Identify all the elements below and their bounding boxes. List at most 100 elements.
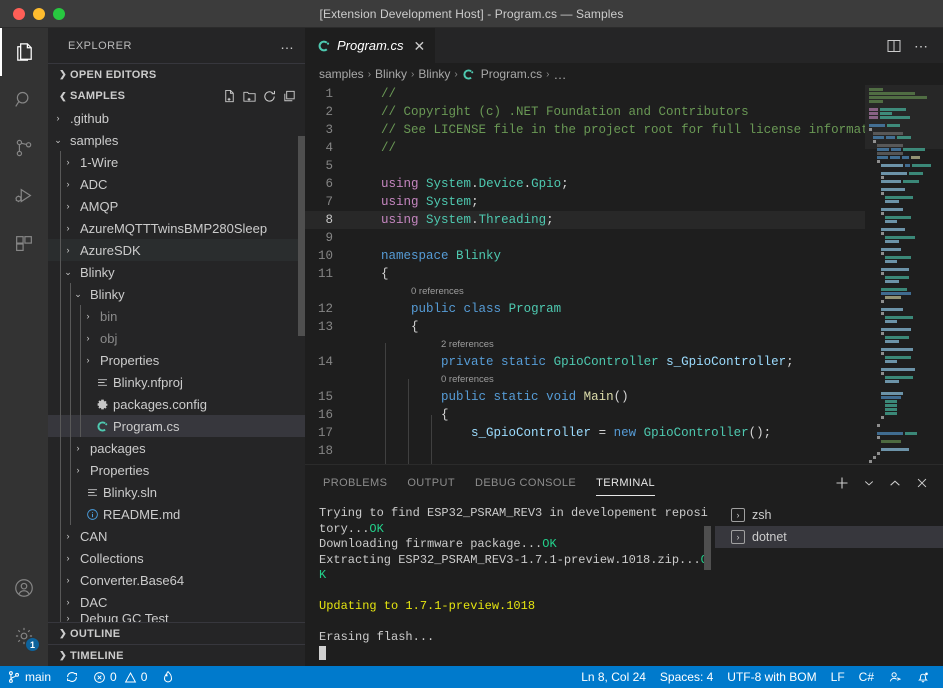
status-indentation[interactable]: Spaces: 4: [653, 666, 720, 688]
activity-bar-item-accounts[interactable]: [0, 564, 48, 612]
terminal-list-item[interactable]: › zsh: [715, 504, 943, 526]
activity-bar-item-explorer[interactable]: [0, 28, 48, 76]
status-encoding[interactable]: UTF-8 with BOM: [720, 666, 823, 688]
tree-folder-row[interactable]: › DAC: [48, 591, 305, 613]
activity-bar-item-source-control[interactable]: [0, 124, 48, 172]
more-actions-icon[interactable]: ⋯: [914, 39, 929, 53]
breadcrumb[interactable]: samples › Blinky › Blinky › Program.cs ›…: [305, 63, 943, 85]
code-line[interactable]: 6 using System.Device.Gpio;: [305, 175, 865, 193]
chevron-down-icon[interactable]: [863, 477, 875, 489]
tree-folder-row[interactable]: › CAN: [48, 525, 305, 547]
code-line[interactable]: 3 // See LICENSE file in the project roo…: [305, 121, 865, 139]
chevron-right-icon[interactable]: ›: [52, 113, 64, 123]
chevron-right-icon[interactable]: ›: [62, 201, 74, 211]
status-cursor-position[interactable]: Ln 8, Col 24: [574, 666, 653, 688]
tree-folder-row[interactable]: › AzureSDK: [48, 239, 305, 261]
tree-folder-row[interactable]: ⌄ Blinky: [48, 261, 305, 283]
code-line[interactable]: 16 {: [305, 406, 865, 424]
activity-bar-item-run-and-debug[interactable]: [0, 172, 48, 220]
tree-folder-row[interactable]: ⌄ Blinky: [48, 283, 305, 305]
chevron-right-icon[interactable]: ›: [62, 575, 74, 585]
tree-file-row[interactable]: ›packages.config: [48, 393, 305, 415]
tree-folder-row[interactable]: › packages: [48, 437, 305, 459]
breadcrumb-item[interactable]: samples: [319, 67, 364, 81]
codelens-label[interactable]: 0 references: [351, 283, 464, 300]
tree-folder-row[interactable]: › bin: [48, 305, 305, 327]
close-window-button[interactable]: [13, 7, 25, 20]
chevron-down-icon[interactable]: ⌄: [72, 289, 84, 300]
status-branch[interactable]: main: [0, 666, 58, 688]
code-line[interactable]: 7 using System;: [305, 193, 865, 211]
terminal-scrollbar[interactable]: [704, 526, 711, 570]
status-problems[interactable]: 0 0: [86, 666, 154, 688]
tree-file-row[interactable]: ›README.md: [48, 503, 305, 525]
code-line[interactable]: 15 public static void Main(): [305, 388, 865, 406]
chevron-down-icon[interactable]: ⌄: [62, 267, 74, 278]
section-samples[interactable]: ❮ SAMPLES: [48, 85, 305, 107]
activity-bar-item-search[interactable]: [0, 76, 48, 124]
code-line[interactable]: 8 using System.Threading;: [305, 211, 865, 229]
tree-folder-row[interactable]: › Properties: [48, 349, 305, 371]
chevron-right-icon[interactable]: ›: [62, 157, 74, 167]
chevron-right-icon[interactable]: ›: [62, 179, 74, 189]
chevron-right-icon[interactable]: ›: [62, 553, 74, 563]
minimap[interactable]: [865, 85, 943, 464]
breadcrumb-item[interactable]: …: [553, 67, 566, 82]
chevron-right-icon[interactable]: ›: [82, 333, 94, 343]
collapse-all-icon[interactable]: [282, 89, 297, 104]
code-line[interactable]: 1 //: [305, 85, 865, 103]
panel-tab-output[interactable]: OUTPUT: [407, 465, 455, 500]
section-timeline[interactable]: ❯ TIMELINE: [48, 644, 305, 666]
chevron-right-icon[interactable]: ›: [72, 443, 84, 453]
chevron-right-icon[interactable]: ›: [62, 597, 74, 607]
panel-tab-terminal[interactable]: TERMINAL: [596, 465, 655, 500]
sidebar-scrollbar[interactable]: [298, 136, 305, 336]
tree-folder-row[interactable]: › Collections: [48, 547, 305, 569]
tree-folder-row[interactable]: › .github: [48, 107, 305, 129]
status-nanoframework[interactable]: [154, 666, 182, 688]
codelens-references[interactable]: 0 references: [305, 371, 865, 388]
tree-folder-row[interactable]: › ADC: [48, 173, 305, 195]
status-eol[interactable]: LF: [824, 666, 852, 688]
file-tree[interactable]: › .github ⌄ samples › 1-Wire › ADC › AMQP › AzureMQ…: [48, 107, 305, 622]
code-line[interactable]: 10 namespace Blinky: [305, 247, 865, 265]
activity-bar-item-manage[interactable]: 1: [0, 612, 48, 660]
tree-file-row[interactable]: ›Program.cs: [48, 415, 305, 437]
section-outline[interactable]: ❯ OUTLINE: [48, 622, 305, 644]
close-icon[interactable]: ✕: [413, 39, 425, 53]
breadcrumb-item[interactable]: Blinky: [375, 67, 407, 81]
terminal-output[interactable]: Trying to find ESP32_PSRAM_REV3 in devel…: [305, 500, 715, 666]
tree-folder-row[interactable]: › obj: [48, 327, 305, 349]
code-line[interactable]: 17 s_GpioController = new GpioController…: [305, 424, 865, 442]
code-line[interactable]: 12 public class Program: [305, 300, 865, 318]
chevron-right-icon[interactable]: ›: [82, 311, 94, 321]
code-line[interactable]: 13 {: [305, 318, 865, 336]
sidebar-more-actions-icon[interactable]: …: [280, 37, 295, 55]
chevron-right-icon[interactable]: ›: [82, 355, 94, 365]
codelens-references[interactable]: 0 references: [305, 283, 865, 300]
codelens-label[interactable]: 0 references: [351, 371, 494, 388]
code-content[interactable]: 1 //2 // Copyright (c) .NET Foundation a…: [305, 85, 865, 464]
tree-folder-row[interactable]: › 1-Wire: [48, 151, 305, 173]
code-line[interactable]: 14 private static GpioController s_GpioC…: [305, 353, 865, 371]
panel-tab-problems[interactable]: PROBLEMS: [323, 465, 387, 500]
chevron-right-icon[interactable]: ›: [62, 245, 74, 255]
tab-program-cs[interactable]: Program.cs ✕: [305, 28, 437, 63]
section-open-editors[interactable]: ❯ OPEN EDITORS: [48, 63, 305, 85]
tree-file-row[interactable]: ›Blinky.nfproj: [48, 371, 305, 393]
window-controls[interactable]: [0, 7, 65, 20]
code-line[interactable]: 9: [305, 229, 865, 247]
close-panel-icon[interactable]: [915, 476, 929, 490]
status-sync[interactable]: [58, 666, 86, 688]
tree-folder-row[interactable]: › Debug GC Test: [48, 613, 305, 622]
codelens-label[interactable]: 2 references: [351, 336, 494, 353]
tree-folder-row[interactable]: › AMQP: [48, 195, 305, 217]
terminal-tab-list[interactable]: › zsh › dotnet: [715, 500, 943, 666]
tree-file-row[interactable]: ›Blinky.sln: [48, 481, 305, 503]
code-line[interactable]: 11 {: [305, 265, 865, 283]
status-notifications[interactable]: [909, 666, 937, 688]
new-folder-icon[interactable]: [242, 89, 257, 104]
tree-folder-row[interactable]: › Converter.Base64: [48, 569, 305, 591]
add-terminal-icon[interactable]: [834, 475, 850, 491]
refresh-icon[interactable]: [262, 89, 277, 104]
